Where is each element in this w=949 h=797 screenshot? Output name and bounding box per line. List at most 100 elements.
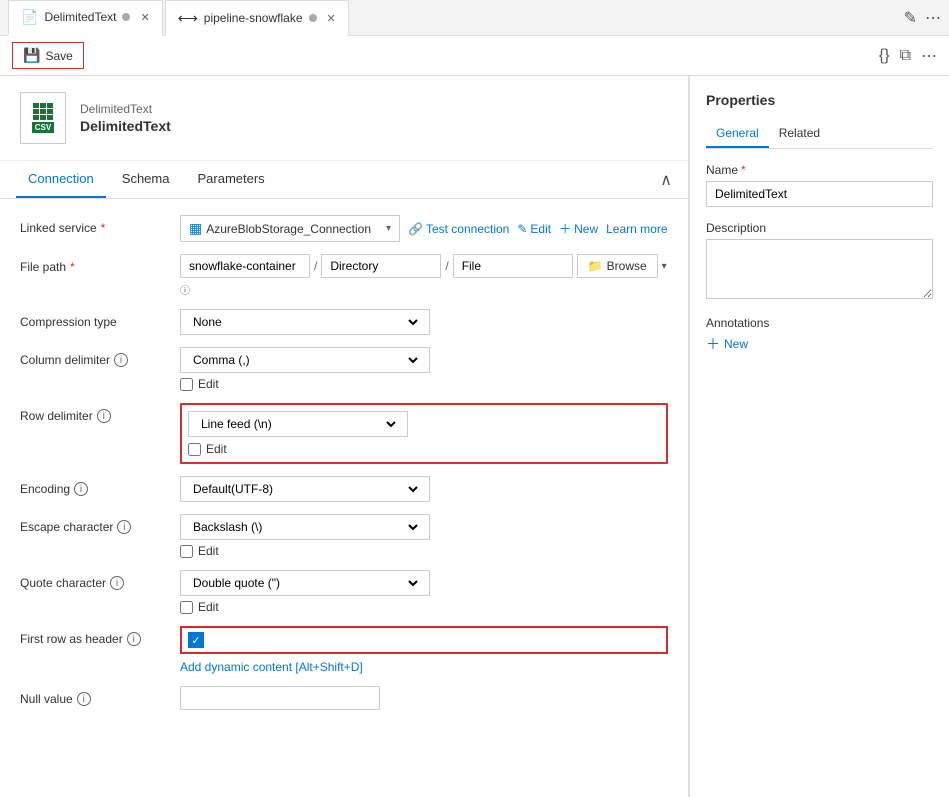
escape-character-control: Backslash (\) Edit — [180, 514, 668, 558]
properties-panel: Properties General Related Name * Descri… — [689, 76, 949, 797]
browse-button[interactable]: 📁 Browse — [577, 254, 658, 278]
escape-character-label: Escape character i — [20, 514, 170, 534]
row-delimiter-info-icon[interactable]: i — [97, 409, 111, 423]
null-value-input[interactable] — [180, 686, 380, 710]
learn-more-link[interactable]: Learn more — [606, 222, 667, 236]
props-name-field: Name * — [706, 163, 933, 207]
test-connection-link[interactable]: 🔗 Test connection — [408, 222, 509, 236]
row-delimiter-label: Row delimiter i — [20, 403, 170, 423]
first-row-highlight-box: ✓ — [180, 626, 668, 654]
column-delimiter-edit-checkbox[interactable] — [180, 378, 193, 391]
edit-link[interactable]: ✎ Edit — [517, 222, 551, 236]
collapse-panel-button[interactable]: ∧ — [660, 170, 672, 190]
encoding-select[interactable]: Default(UTF-8) — [180, 476, 430, 502]
file-input[interactable] — [453, 254, 573, 278]
encoding-dropdown[interactable]: Default(UTF-8) — [189, 481, 421, 497]
row-delimiter-control: Line feed (\n) Edit — [180, 403, 668, 464]
column-delimiter-info-icon[interactable]: i — [114, 353, 128, 367]
dataset-info: DelimitedText DelimitedText — [80, 102, 171, 134]
add-annotation-icon: ＋ — [706, 334, 720, 354]
tab-parameters[interactable]: Parameters — [185, 161, 276, 198]
tab-modified-dot — [122, 13, 130, 21]
quote-character-edit-checkbox[interactable] — [180, 601, 193, 614]
dataset-type: DelimitedText — [80, 102, 171, 116]
quote-character-dropdown[interactable]: Double quote (") — [189, 575, 421, 591]
path-more-icon[interactable]: ⓘ — [180, 282, 190, 297]
null-value-info-icon[interactable]: i — [77, 692, 91, 706]
props-annotations-label: Annotations — [706, 316, 933, 330]
column-delimiter-select[interactable]: Comma (,) — [180, 347, 430, 373]
props-name-input[interactable] — [706, 181, 933, 207]
form-area: Linked service * ▦ AzureBlobStorage_Conn… — [0, 199, 688, 738]
escape-character-row: Escape character i Backslash (\) Edit — [20, 514, 668, 558]
directory-input[interactable] — [321, 254, 441, 278]
save-icon: 💾 — [23, 47, 40, 64]
row-delimiter-select[interactable]: Line feed (\n) — [188, 411, 408, 437]
delimited-text-tab-label: DelimitedText — [44, 10, 116, 24]
file-path-control: / / 📁 Browse ▾ ⓘ — [180, 254, 668, 297]
quote-character-info-icon[interactable]: i — [110, 576, 124, 590]
linked-service-select[interactable]: ▦ AzureBlobStorage_Connection ▾ — [180, 215, 400, 242]
compression-type-select[interactable]: None — [180, 309, 430, 335]
escape-character-edit-row: Edit — [180, 544, 668, 558]
tab-pipeline-snowflake[interactable]: ⟷ pipeline-snowflake ✕ — [165, 0, 349, 36]
escape-character-select[interactable]: Backslash (\) — [180, 514, 430, 540]
add-annotation-button[interactable]: ＋ New — [706, 334, 933, 354]
more-tabs-icon[interactable]: ⋯ — [925, 8, 941, 28]
edit-pencil-icon[interactable]: ✎ — [904, 8, 917, 28]
compression-type-label: Compression type — [20, 309, 170, 329]
tab-bar-actions: ✎ ⋯ — [904, 8, 941, 28]
null-value-control — [180, 686, 668, 710]
dataset-header: CSV DelimitedText DelimitedText — [0, 76, 688, 161]
tab-connection[interactable]: Connection — [16, 161, 106, 198]
props-description-textarea[interactable] — [706, 239, 933, 299]
escape-character-edit-checkbox[interactable] — [180, 545, 193, 558]
file-path-inputs: / / 📁 Browse ▾ ⓘ — [180, 254, 668, 297]
linked-service-control: ▦ AzureBlobStorage_Connection ▾ 🔗 Test c… — [180, 215, 668, 242]
quote-character-edit-row: Edit — [180, 600, 668, 614]
file-path-row: File path * / / 📁 Browse ▾ — [20, 254, 668, 297]
encoding-info-icon[interactable]: i — [74, 482, 88, 496]
tab-close-pipeline[interactable]: ✕ — [327, 12, 336, 25]
first-row-info-icon[interactable]: i — [127, 632, 141, 646]
escape-character-dropdown[interactable]: Backslash (\) — [189, 519, 421, 535]
copy-icon[interactable]: ⧉ — [900, 47, 911, 65]
escape-character-info-icon[interactable]: i — [117, 520, 131, 534]
csv-grid — [33, 103, 53, 120]
first-row-checkbox[interactable]: ✓ — [188, 632, 204, 648]
quote-character-select[interactable]: Double quote (") — [180, 570, 430, 596]
path-dropdown-arrow[interactable]: ▾ — [662, 261, 667, 272]
row-delimiter-edit-checkbox[interactable] — [188, 443, 201, 456]
compression-type-dropdown[interactable]: None — [189, 314, 421, 330]
props-description-field: Description — [706, 221, 933, 302]
row-delimiter-dropdown[interactable]: Line feed (\n) — [197, 416, 399, 432]
encoding-row: Encoding i Default(UTF-8) — [20, 476, 668, 502]
main-container: CSV DelimitedText DelimitedText Connecti… — [0, 76, 949, 797]
save-label: Save — [45, 49, 72, 63]
tab-close-delimited[interactable]: ✕ — [140, 11, 149, 24]
props-tab-general[interactable]: General — [706, 120, 769, 148]
linked-service-input-row: ▦ AzureBlobStorage_Connection ▾ 🔗 Test c… — [180, 215, 668, 242]
plus-icon: ＋ — [559, 220, 571, 237]
props-tab-related[interactable]: Related — [769, 120, 830, 148]
linked-service-value: AzureBlobStorage_Connection — [206, 222, 382, 236]
column-delimiter-dropdown[interactable]: Comma (,) — [189, 352, 421, 368]
delimited-text-tab-icon: 📄 — [21, 9, 38, 26]
storage-icon: ▦ — [189, 220, 202, 237]
row-delimiter-edit-row: Edit — [188, 442, 660, 456]
props-name-label: Name * — [706, 163, 933, 177]
first-row-as-header-control: ✓ Add dynamic content [Alt+Shift+D] — [180, 626, 668, 674]
code-braces-icon[interactable]: {} — [879, 47, 890, 65]
pipeline-tab-label: pipeline-snowflake — [204, 11, 303, 25]
null-value-row: Null value i — [20, 686, 668, 710]
dynamic-content-link[interactable]: Add dynamic content [Alt+Shift+D] — [180, 660, 668, 674]
new-link[interactable]: ＋ New — [559, 220, 598, 237]
tab-delimited-text[interactable]: 📄 DelimitedText ✕ — [8, 0, 163, 36]
save-button[interactable]: 💾 Save — [12, 42, 84, 69]
more-actions-icon[interactable]: ⋯ — [921, 46, 937, 66]
compression-type-control: None — [180, 309, 668, 335]
linked-service-arrow-icon: ▾ — [386, 223, 391, 234]
container-input[interactable] — [180, 254, 310, 278]
tab-schema[interactable]: Schema — [110, 161, 182, 198]
quote-character-control: Double quote (") Edit — [180, 570, 668, 614]
